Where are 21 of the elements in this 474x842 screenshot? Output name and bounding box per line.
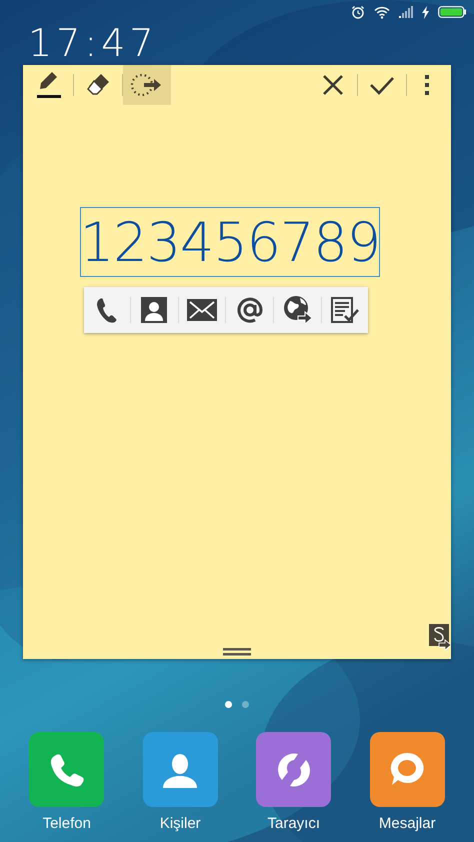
- at-sign-icon: [236, 296, 264, 324]
- close-icon: [322, 74, 344, 96]
- battery-icon: [438, 6, 466, 18]
- pen-icon: [36, 70, 62, 100]
- phone-icon: [94, 297, 119, 323]
- more-icon: [424, 74, 430, 96]
- check-icon: [369, 75, 395, 95]
- alarm-icon: [351, 5, 365, 19]
- charging-icon: [422, 6, 429, 18]
- handwritten-text[interactable]: 123456789: [80, 207, 380, 277]
- globe-icon: [282, 295, 313, 325]
- signal-icon: [399, 6, 413, 18]
- share-note-icon[interactable]: [429, 624, 451, 652]
- contact-card-icon: [141, 297, 168, 323]
- page-indicator-dot[interactable]: [242, 701, 249, 708]
- envelope-icon: [187, 299, 218, 321]
- resize-handle[interactable]: [223, 648, 251, 656]
- wifi-icon: [374, 6, 390, 18]
- lasso-tool[interactable]: [123, 65, 171, 105]
- checklist-icon: [331, 297, 360, 323]
- clock-time: 17:47: [28, 24, 158, 62]
